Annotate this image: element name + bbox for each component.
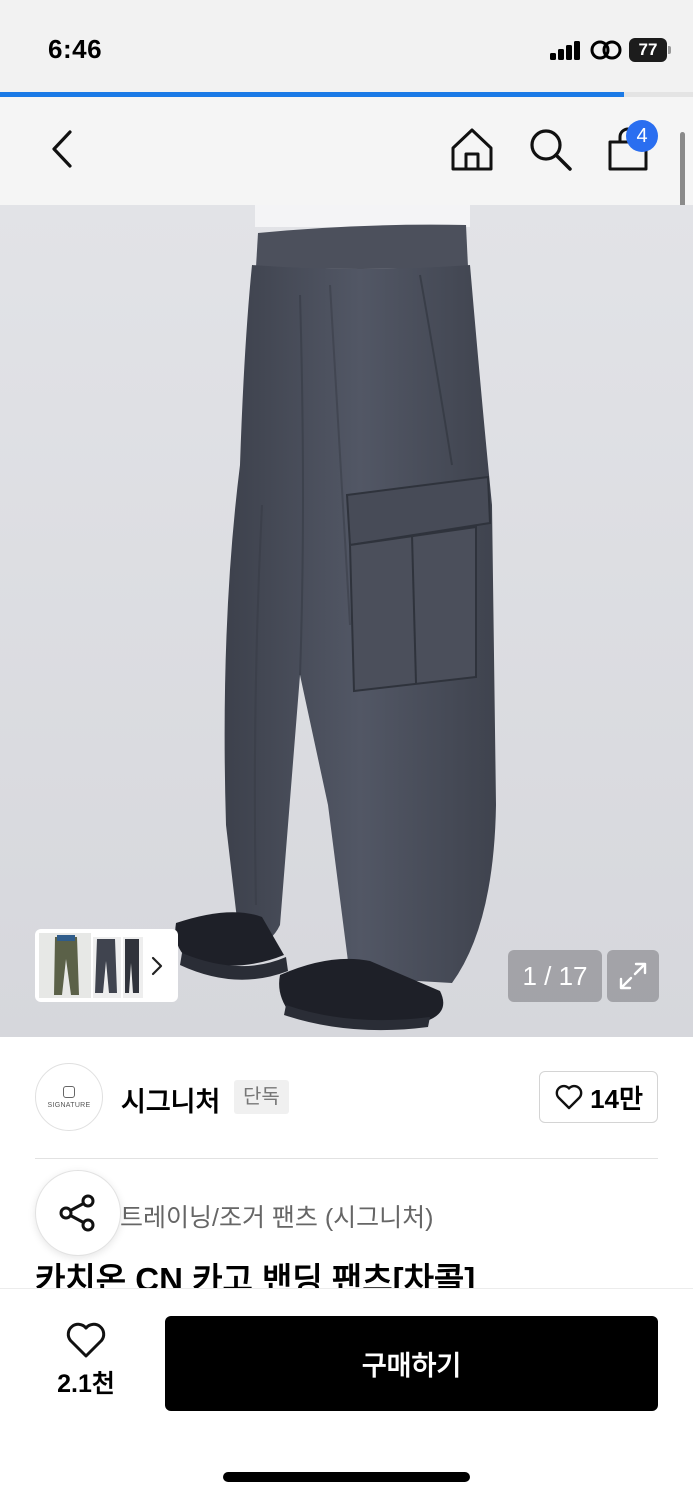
search-button[interactable] bbox=[525, 119, 575, 179]
battery-icon: 77 bbox=[629, 38, 671, 62]
divider bbox=[35, 1158, 658, 1159]
scroll-indicator bbox=[680, 132, 685, 212]
back-icon bbox=[52, 130, 72, 168]
wishlist-button[interactable]: 2.1천 bbox=[50, 1320, 122, 1406]
wishlist-count: 2.1천 bbox=[57, 1370, 115, 1398]
top-navigation bbox=[0, 97, 693, 205]
share-icon bbox=[59, 1194, 95, 1232]
expand-icon bbox=[619, 962, 647, 990]
brand-logo-text: SIGNATURE bbox=[47, 1101, 91, 1109]
home-button[interactable] bbox=[447, 119, 497, 179]
thumbnail-strip[interactable] bbox=[35, 929, 178, 1002]
product-title: 카치온 CN 카고 밴딩 팬츠[차콜] bbox=[35, 1261, 476, 1288]
brand-logo[interactable]: SIGNATURE bbox=[35, 1063, 103, 1131]
battery-level: 77 bbox=[629, 38, 667, 62]
home-indicator[interactable] bbox=[223, 1472, 470, 1482]
link-icon bbox=[590, 40, 622, 60]
status-time: 6:46 bbox=[48, 34, 103, 64]
cart-count-badge: 4 bbox=[626, 120, 658, 152]
exclusive-tag: 단독 bbox=[234, 1080, 289, 1114]
cellular-signal-icon bbox=[550, 40, 582, 60]
brand-like-count: 14만 bbox=[590, 1083, 643, 1114]
image-counter: 1 / 17 bbox=[508, 950, 602, 1002]
buy-button[interactable]: 구매하기 bbox=[165, 1316, 658, 1411]
status-bar: 6:46 77 bbox=[0, 0, 693, 92]
search-icon bbox=[530, 129, 572, 171]
product-category[interactable]: 트레이닝/조거 팬츠 (시그니처) bbox=[120, 1198, 434, 1234]
brand-logo-mark bbox=[63, 1085, 75, 1098]
brand-name[interactable]: 시그니처 bbox=[121, 1080, 220, 1119]
product-photo bbox=[0, 205, 693, 1037]
heart-icon bbox=[555, 1084, 583, 1110]
back-button[interactable] bbox=[37, 119, 87, 179]
brand-like-button[interactable]: 14만 bbox=[539, 1071, 658, 1123]
chevron-right-icon bbox=[151, 956, 163, 976]
home-icon bbox=[451, 128, 493, 171]
expand-image-button[interactable] bbox=[607, 950, 659, 1002]
product-main-image[interactable] bbox=[0, 205, 693, 1037]
heart-icon bbox=[66, 1322, 106, 1358]
share-button[interactable] bbox=[35, 1170, 121, 1256]
